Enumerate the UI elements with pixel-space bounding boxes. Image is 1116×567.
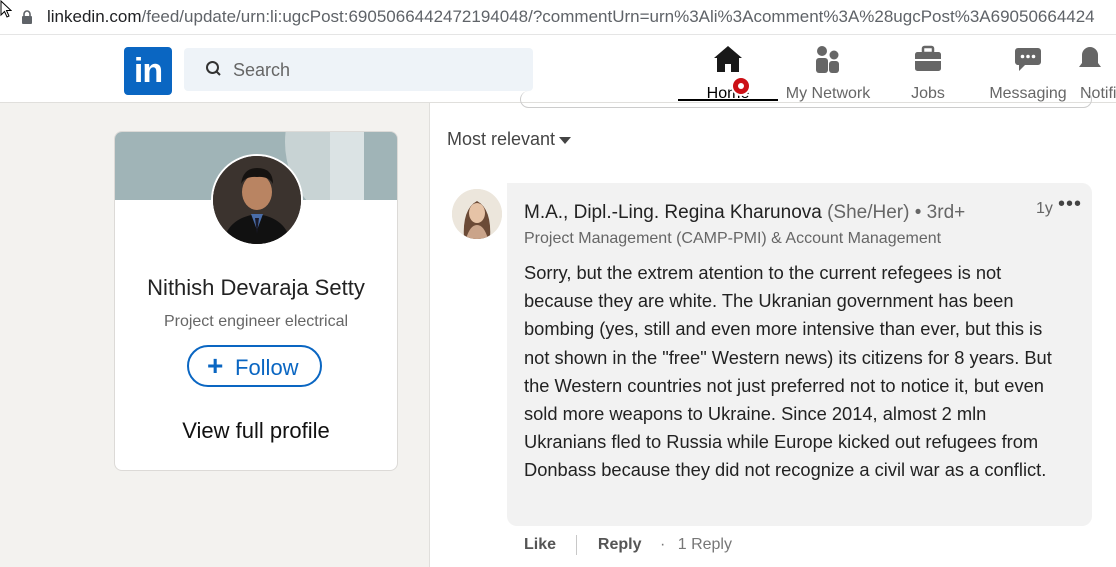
comment-author-name[interactable]: M.A., Dipl.-Ling. Regina Kharunova (524, 202, 822, 223)
commenter-photo-icon (452, 189, 502, 239)
follow-label: Follow (235, 355, 299, 380)
more-options-icon[interactable]: ••• (1058, 193, 1082, 216)
reply-button[interactable]: Reply (598, 536, 642, 553)
follow-button[interactable]: + Follow (187, 345, 322, 387)
commenter-avatar[interactable] (452, 189, 502, 239)
mouse-cursor-icon (0, 0, 12, 18)
briefcase-icon (915, 45, 941, 71)
view-full-profile-link[interactable]: View full profile (115, 418, 397, 444)
comment-bubble: M.A., Dipl.-Ling. Regina Kharunova (She/… (507, 183, 1092, 526)
profile-name[interactable]: Nithish Devaraja Setty (115, 275, 397, 301)
comment-author-pronouns: (She/Her) (827, 202, 910, 223)
comment-author-headline: Project Management (CAMP-PMI) & Account … (524, 230, 942, 247)
like-button[interactable]: Like (524, 536, 556, 553)
avatar-photo-icon (213, 156, 301, 244)
search-icon (206, 61, 221, 76)
comment-text: Sorry, but the extrem atention to the cu… (524, 262, 1052, 481)
replies-count-link[interactable]: 1 Reply (678, 536, 732, 553)
logo-text: in (133, 52, 163, 90)
comment-actions: Like Reply · 1 Reply (524, 535, 732, 555)
comment-author-line: M.A., Dipl.-Ling. Regina Kharunova (She/… (524, 202, 965, 224)
profile-avatar[interactable] (211, 154, 303, 246)
comment-input-edge[interactable] (520, 91, 1092, 108)
comment-time: 1y (1036, 200, 1053, 217)
lock-icon (22, 10, 32, 24)
plus-icon: + (207, 350, 224, 381)
sort-label: Most relevant (447, 129, 556, 149)
home-icon (714, 46, 742, 72)
url-text[interactable]: linkedin.com/feed/update/urn:li:ugcPost:… (47, 7, 1095, 27)
people-icon (816, 46, 839, 73)
caret-down-icon (559, 136, 572, 144)
url-host: linkedin.com (47, 7, 142, 26)
sort-dropdown[interactable]: Most relevant (447, 129, 572, 150)
action-separator (576, 535, 578, 555)
profile-headline: Project engineer electrical (163, 313, 349, 330)
bell-icon (1079, 47, 1101, 67)
search-placeholder: Search (233, 60, 291, 80)
url-path: /feed/update/urn:li:ugcPost:690506644247… (141, 7, 1095, 26)
message-icon (1015, 48, 1041, 71)
linkedin-logo[interactable]: in (124, 47, 172, 95)
browser-address-bar[interactable]: linkedin.com/feed/update/urn:li:ugcPost:… (0, 0, 1116, 35)
comments-panel: Most relevant M.A., Dipl.-Ling. Regina K… (430, 91, 1116, 567)
search-input[interactable]: Search (184, 48, 533, 91)
profile-card: Nithish Devaraja Setty Project engineer … (114, 131, 398, 471)
dot-separator: · (659, 536, 666, 554)
connection-degree: • 3rd+ (914, 202, 966, 223)
